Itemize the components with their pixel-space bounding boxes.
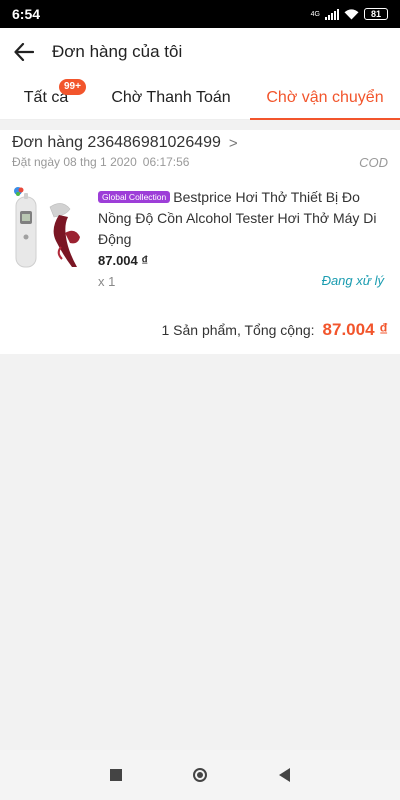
back-triangle-icon bbox=[278, 768, 290, 782]
global-collection-tag: Global Collection bbox=[98, 191, 171, 203]
order-card: Đơn hàng 236486981026499 > Đặt ngày 08 t… bbox=[0, 130, 400, 354]
battery-icon: 81 bbox=[364, 8, 388, 20]
order-id-link[interactable]: Đơn hàng 236486981026499 > bbox=[12, 134, 388, 152]
status-icons: 4G 81 bbox=[311, 8, 388, 20]
order-date: Đặt ngày 08 thg 1 2020 06:17:56 bbox=[12, 155, 388, 169]
tab-all[interactable]: Tất cả 99+ bbox=[0, 76, 92, 120]
system-back-button[interactable] bbox=[242, 750, 326, 800]
app-header: Đơn hàng của tôi bbox=[0, 28, 400, 76]
breathalyzer-device-icon bbox=[15, 196, 37, 268]
network-type-label: 4G bbox=[310, 10, 320, 18]
tab-pending-shipping-label: Chờ vận chuyển bbox=[266, 88, 384, 106]
product-image[interactable] bbox=[12, 185, 88, 271]
tab-pending-shipping[interactable]: Chờ vận chuyển bbox=[250, 76, 400, 120]
status-time: 6:54 bbox=[12, 6, 41, 22]
signal-icon bbox=[325, 8, 339, 20]
order-header: Đơn hàng 236486981026499 > Đặt ngày 08 t… bbox=[12, 134, 388, 170]
product-quantity: x 1 bbox=[98, 274, 116, 289]
order-id: Đơn hàng 236486981026499 bbox=[12, 134, 221, 151]
payment-method: COD bbox=[359, 155, 388, 170]
order-total-label: 1 Sản phẩm, Tổng cộng: bbox=[161, 322, 315, 338]
arrow-left-icon bbox=[14, 43, 34, 61]
recents-square-icon bbox=[110, 769, 122, 781]
home-button[interactable] bbox=[158, 750, 242, 800]
order-tabs: Tất cả 99+ Chờ Thanh Toán Chờ vận chuyển bbox=[0, 76, 400, 120]
wifi-icon bbox=[344, 8, 359, 19]
order-time-text: 06:17:56 bbox=[142, 155, 190, 169]
product-price: 87.004 ₫ bbox=[98, 253, 149, 268]
order-total-row: 1 Sản phẩm, Tổng cộng: 87.004 ₫ bbox=[161, 320, 388, 340]
tab-pending-payment-label: Chờ Thanh Toán bbox=[111, 88, 231, 106]
chevron-right-icon: > bbox=[228, 134, 238, 152]
tab-pending-payment[interactable]: Chờ Thanh Toán bbox=[92, 76, 250, 120]
recents-button[interactable] bbox=[74, 750, 158, 800]
product-name-link[interactable]: Global Collection Bestprice Hơi Thở Thiết… bbox=[98, 187, 388, 250]
product-info: Global Collection Bestprice Hơi Thở Thiết… bbox=[98, 187, 388, 268]
home-circle-icon bbox=[193, 768, 207, 782]
order-date-text: Đặt ngày 08 thg 1 2020 bbox=[12, 155, 137, 169]
status-bar: 6:54 4G 81 bbox=[0, 0, 400, 28]
tab-all-badge: 99+ bbox=[59, 78, 86, 95]
system-nav-bar bbox=[0, 750, 400, 800]
page-title: Đơn hàng của tôi bbox=[52, 42, 183, 61]
item-status[interactable]: Đang xử lý bbox=[322, 273, 384, 288]
back-button[interactable] bbox=[0, 28, 48, 76]
order-total-value: 87.004 ₫ bbox=[322, 320, 388, 339]
